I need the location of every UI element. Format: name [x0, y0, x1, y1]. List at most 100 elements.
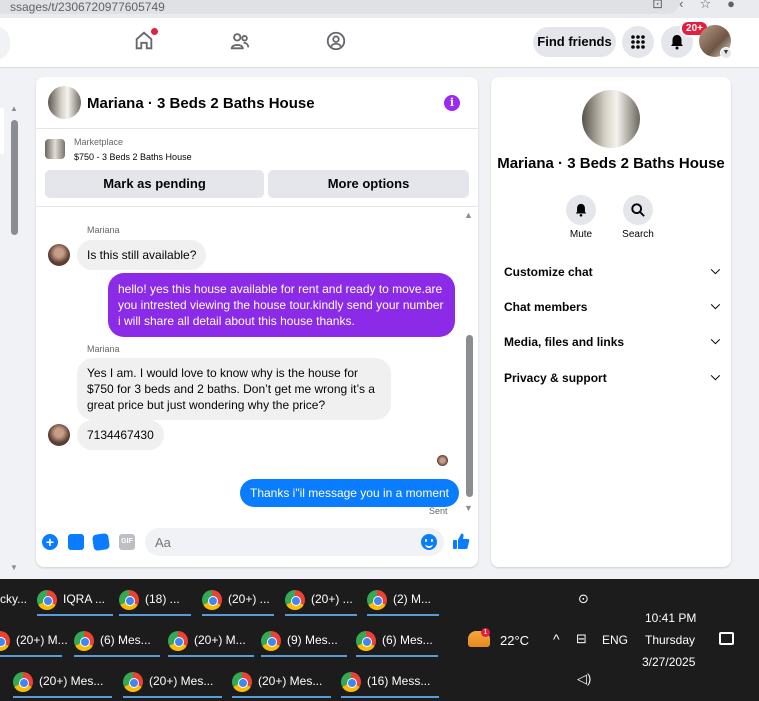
language-indicator[interactable]: ENG [602, 633, 628, 647]
share-icon[interactable]: ‹ [679, 0, 699, 11]
privacy-support-row[interactable]: Privacy & support ⌵ [504, 369, 720, 385]
clock-day[interactable]: Thursday [645, 633, 695, 647]
temperature[interactable]: 22°C [500, 633, 529, 648]
active-indicator [74, 655, 160, 657]
search-field[interactable] [0, 26, 10, 60]
search-label: Search [622, 229, 654, 240]
volume-icon[interactable]: ◁) [577, 671, 591, 687]
scroll-down-arrow-icon[interactable]: ▼ [10, 563, 18, 572]
taskbar-window-label: (6) Mes... [100, 633, 151, 647]
chevron-up-icon[interactable]: ^ [553, 631, 560, 647]
sender-avatar[interactable] [48, 244, 70, 266]
star-icon[interactable]: ☆ [699, 0, 727, 11]
taskbar-window-label: cky... [0, 592, 28, 606]
weather-badge: 1 [481, 628, 490, 637]
gif-icon[interactable]: GIF [119, 534, 135, 550]
clock-time[interactable]: 10:41 PM [645, 611, 696, 625]
incoming-message: Is this still available? [77, 240, 207, 270]
sender-name: Mariana [87, 344, 120, 354]
scroll-up-arrow-icon[interactable]: ▲ [10, 104, 18, 113]
taskbar-window[interactable]: (20+) ... [202, 582, 274, 616]
home-icon[interactable] [132, 28, 158, 54]
taskbar-window[interactable]: (20+) Mes... [232, 664, 331, 698]
active-indicator [13, 696, 112, 698]
active-indicator [341, 696, 439, 698]
chrome-icon [74, 630, 94, 651]
find-friends-button[interactable]: Find friends [533, 27, 616, 57]
chevron-down-icon[interactable]: ▼ [720, 47, 732, 59]
emoji-icon[interactable] [421, 534, 437, 550]
taskbar-window[interactable]: (20+) M... [0, 623, 68, 657]
active-indicator [261, 655, 347, 657]
groups-icon[interactable] [324, 30, 348, 54]
taskbar-window-label: (20+) Mes... [149, 674, 214, 688]
thumbs-up-icon[interactable] [452, 532, 470, 555]
taskbar-window[interactable]: (16) Mess... [341, 664, 439, 698]
taskbar-window[interactable]: (9) Mes... [261, 623, 347, 657]
network-icon[interactable]: ⊟ [576, 631, 587, 647]
search-button[interactable]: Search [613, 195, 663, 240]
message-line: i will share all detail about this house… [118, 314, 355, 328]
mute-button[interactable]: Mute [556, 195, 606, 240]
conversation-avatar[interactable] [582, 90, 640, 148]
taskbar-window[interactable]: (2) M... [367, 582, 439, 616]
chevron-down-icon: ⌵ [710, 263, 720, 277]
taskbar-window[interactable]: IQRA ... [37, 582, 113, 616]
photo-icon[interactable] [68, 534, 84, 550]
customize-chat-row[interactable]: Customize chat ⌵ [504, 263, 720, 279]
taskbar-window[interactable]: (20+) M... [168, 623, 254, 657]
taskbar-window-label: (20+) ... [311, 592, 353, 606]
listing-title[interactable]: $750 - 3 Beds 2 Baths House [74, 152, 192, 162]
address-bar[interactable]: ssages/t/2306720977605749 [0, 0, 680, 14]
plus-icon[interactable]: + [42, 534, 58, 550]
taskbar-window[interactable]: (6) Mes... [74, 623, 160, 657]
mark-as-pending-button[interactable]: Mark as pending [45, 170, 264, 198]
camera-icon[interactable]: ⊙ [578, 591, 589, 607]
chat-title[interactable]: Mariana · 3 Beds 2 Baths House [87, 95, 315, 112]
row-label: Privacy & support [504, 371, 607, 385]
active-indicator [119, 614, 191, 616]
windows-taskbar: cky... IQRA ... (18) ... (20+) ... (20+)… [0, 579, 759, 701]
chat-members-row[interactable]: Chat members ⌵ [504, 298, 720, 314]
taskbar-window[interactable]: cky... [0, 582, 34, 616]
message-input[interactable] [145, 528, 444, 556]
listing-thumbnail[interactable] [45, 139, 65, 159]
clock-date[interactable]: 3/27/2025 [642, 655, 695, 669]
message-line: $750 for 3 beds and 2 baths. Don’t get m… [87, 382, 375, 396]
taskbar-window[interactable]: (6) Mes... [356, 623, 438, 657]
chrome-icon [13, 671, 33, 692]
chat-scroll-down-icon[interactable]: ▼ [464, 503, 473, 513]
browser-icons: ⊡‹☆● [652, 0, 751, 12]
notification-center-icon[interactable] [719, 632, 734, 645]
chrome-icon [356, 630, 376, 651]
more-options-button[interactable]: More options [268, 170, 469, 198]
incoming-message: Yes I am. I would love to know why is th… [77, 358, 391, 420]
taskbar-window-label: IQRA ... [63, 592, 106, 606]
media-files-links-row[interactable]: Media, files and links ⌵ [504, 333, 720, 349]
taskbar-window[interactable]: (18) ... [119, 582, 191, 616]
left-scrollbar[interactable] [11, 120, 18, 235]
friends-icon[interactable] [228, 30, 252, 54]
profile-icon[interactable]: ● [727, 0, 751, 11]
taskbar-window[interactable]: (20+) Mes... [123, 664, 222, 698]
active-indicator [232, 696, 331, 698]
bell-icon [566, 195, 596, 225]
chat-scrollbar[interactable] [466, 335, 473, 497]
bell-icon [671, 35, 683, 50]
sticker-icon[interactable] [91, 532, 111, 552]
chrome-icon [232, 671, 252, 692]
sender-avatar[interactable] [48, 424, 70, 446]
taskbar-window[interactable]: (20+) Mes... [13, 664, 112, 698]
message-composer: + GIF [36, 525, 478, 559]
extensions-icon[interactable]: ⊡ [652, 0, 679, 11]
notifications-button[interactable]: 20+ [661, 20, 709, 58]
chat-scroll-up-icon[interactable]: ▲ [464, 210, 473, 220]
taskbar-window[interactable]: (20+) ... [285, 582, 357, 616]
sent-status: Sent [429, 506, 448, 516]
browser-toolbar: ssages/t/2306720977605749 ⊡‹☆● [0, 0, 759, 18]
active-indicator [0, 655, 62, 657]
chrome-icon [261, 630, 281, 651]
info-icon[interactable]: i [444, 95, 460, 111]
chat-avatar[interactable] [48, 86, 81, 119]
menu-button[interactable] [622, 26, 654, 58]
